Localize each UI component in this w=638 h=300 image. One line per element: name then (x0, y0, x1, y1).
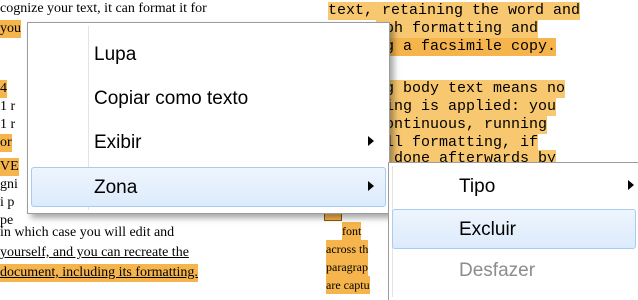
doc-line: ng a facsimile copy. (376, 38, 557, 56)
menu-item-label: Zona (94, 177, 138, 198)
menu-item-label: Excluir (459, 219, 517, 240)
doc-line: font (342, 222, 362, 240)
menu-item-label: Exibir (94, 132, 142, 153)
menu-item-label: Desfazer (459, 260, 536, 281)
submenu-arrow-icon (368, 181, 374, 191)
menu-item-exibir[interactable]: Exibir (31, 123, 386, 163)
doc-line: ting is applied: you (376, 98, 557, 116)
menu-item-excluir[interactable]: Excluir (392, 209, 636, 249)
context-menu: Lupa Copiar como texto Exibir Zona (27, 22, 390, 214)
menu-item-desfazer: Desfazer (392, 251, 636, 291)
doc-line: document, including its formatting. (0, 264, 198, 282)
doc-line: 1 r (0, 99, 16, 114)
menu-item-tipo[interactable]: Tipo (392, 167, 636, 207)
doc-line: you (0, 20, 21, 38)
doc-line: ng body text means no (376, 80, 566, 98)
doc-line: i p (0, 195, 15, 210)
doc-line: 4 (0, 80, 7, 98)
doc-line: text, retaining the word and (328, 2, 581, 20)
menu-item-label: Copiar como texto (94, 88, 249, 109)
doc-line: paragrap (326, 258, 368, 276)
menu-item-label: Lupa (94, 44, 137, 65)
doc-line: cognize your text, it can format it for (0, 1, 207, 16)
doc-line: in which case you will edit and (0, 225, 175, 240)
doc-line: are captu (326, 276, 370, 294)
doc-line: VE (0, 158, 19, 176)
submenu-arrow-icon (368, 136, 374, 146)
menu-item-lupa[interactable]: Lupa (31, 35, 386, 75)
menu-item-label: Tipo (459, 176, 496, 197)
doc-line: gni (0, 177, 18, 192)
doc-line: yourself, and you can recreate the (0, 245, 189, 260)
menu-item-copiar-como-texto[interactable]: Copiar como texto (31, 79, 386, 119)
doc-line: across th (326, 240, 369, 258)
doc-line: or (0, 134, 12, 152)
doc-line: continuous, running (376, 116, 548, 134)
doc-line: aph formatting and (376, 20, 539, 38)
menu-item-zona[interactable]: Zona (31, 167, 386, 207)
doc-line: 1 r (0, 117, 16, 132)
submenu-arrow-icon (628, 180, 634, 190)
submenu: Tipo Excluir Desfazer (388, 162, 638, 300)
